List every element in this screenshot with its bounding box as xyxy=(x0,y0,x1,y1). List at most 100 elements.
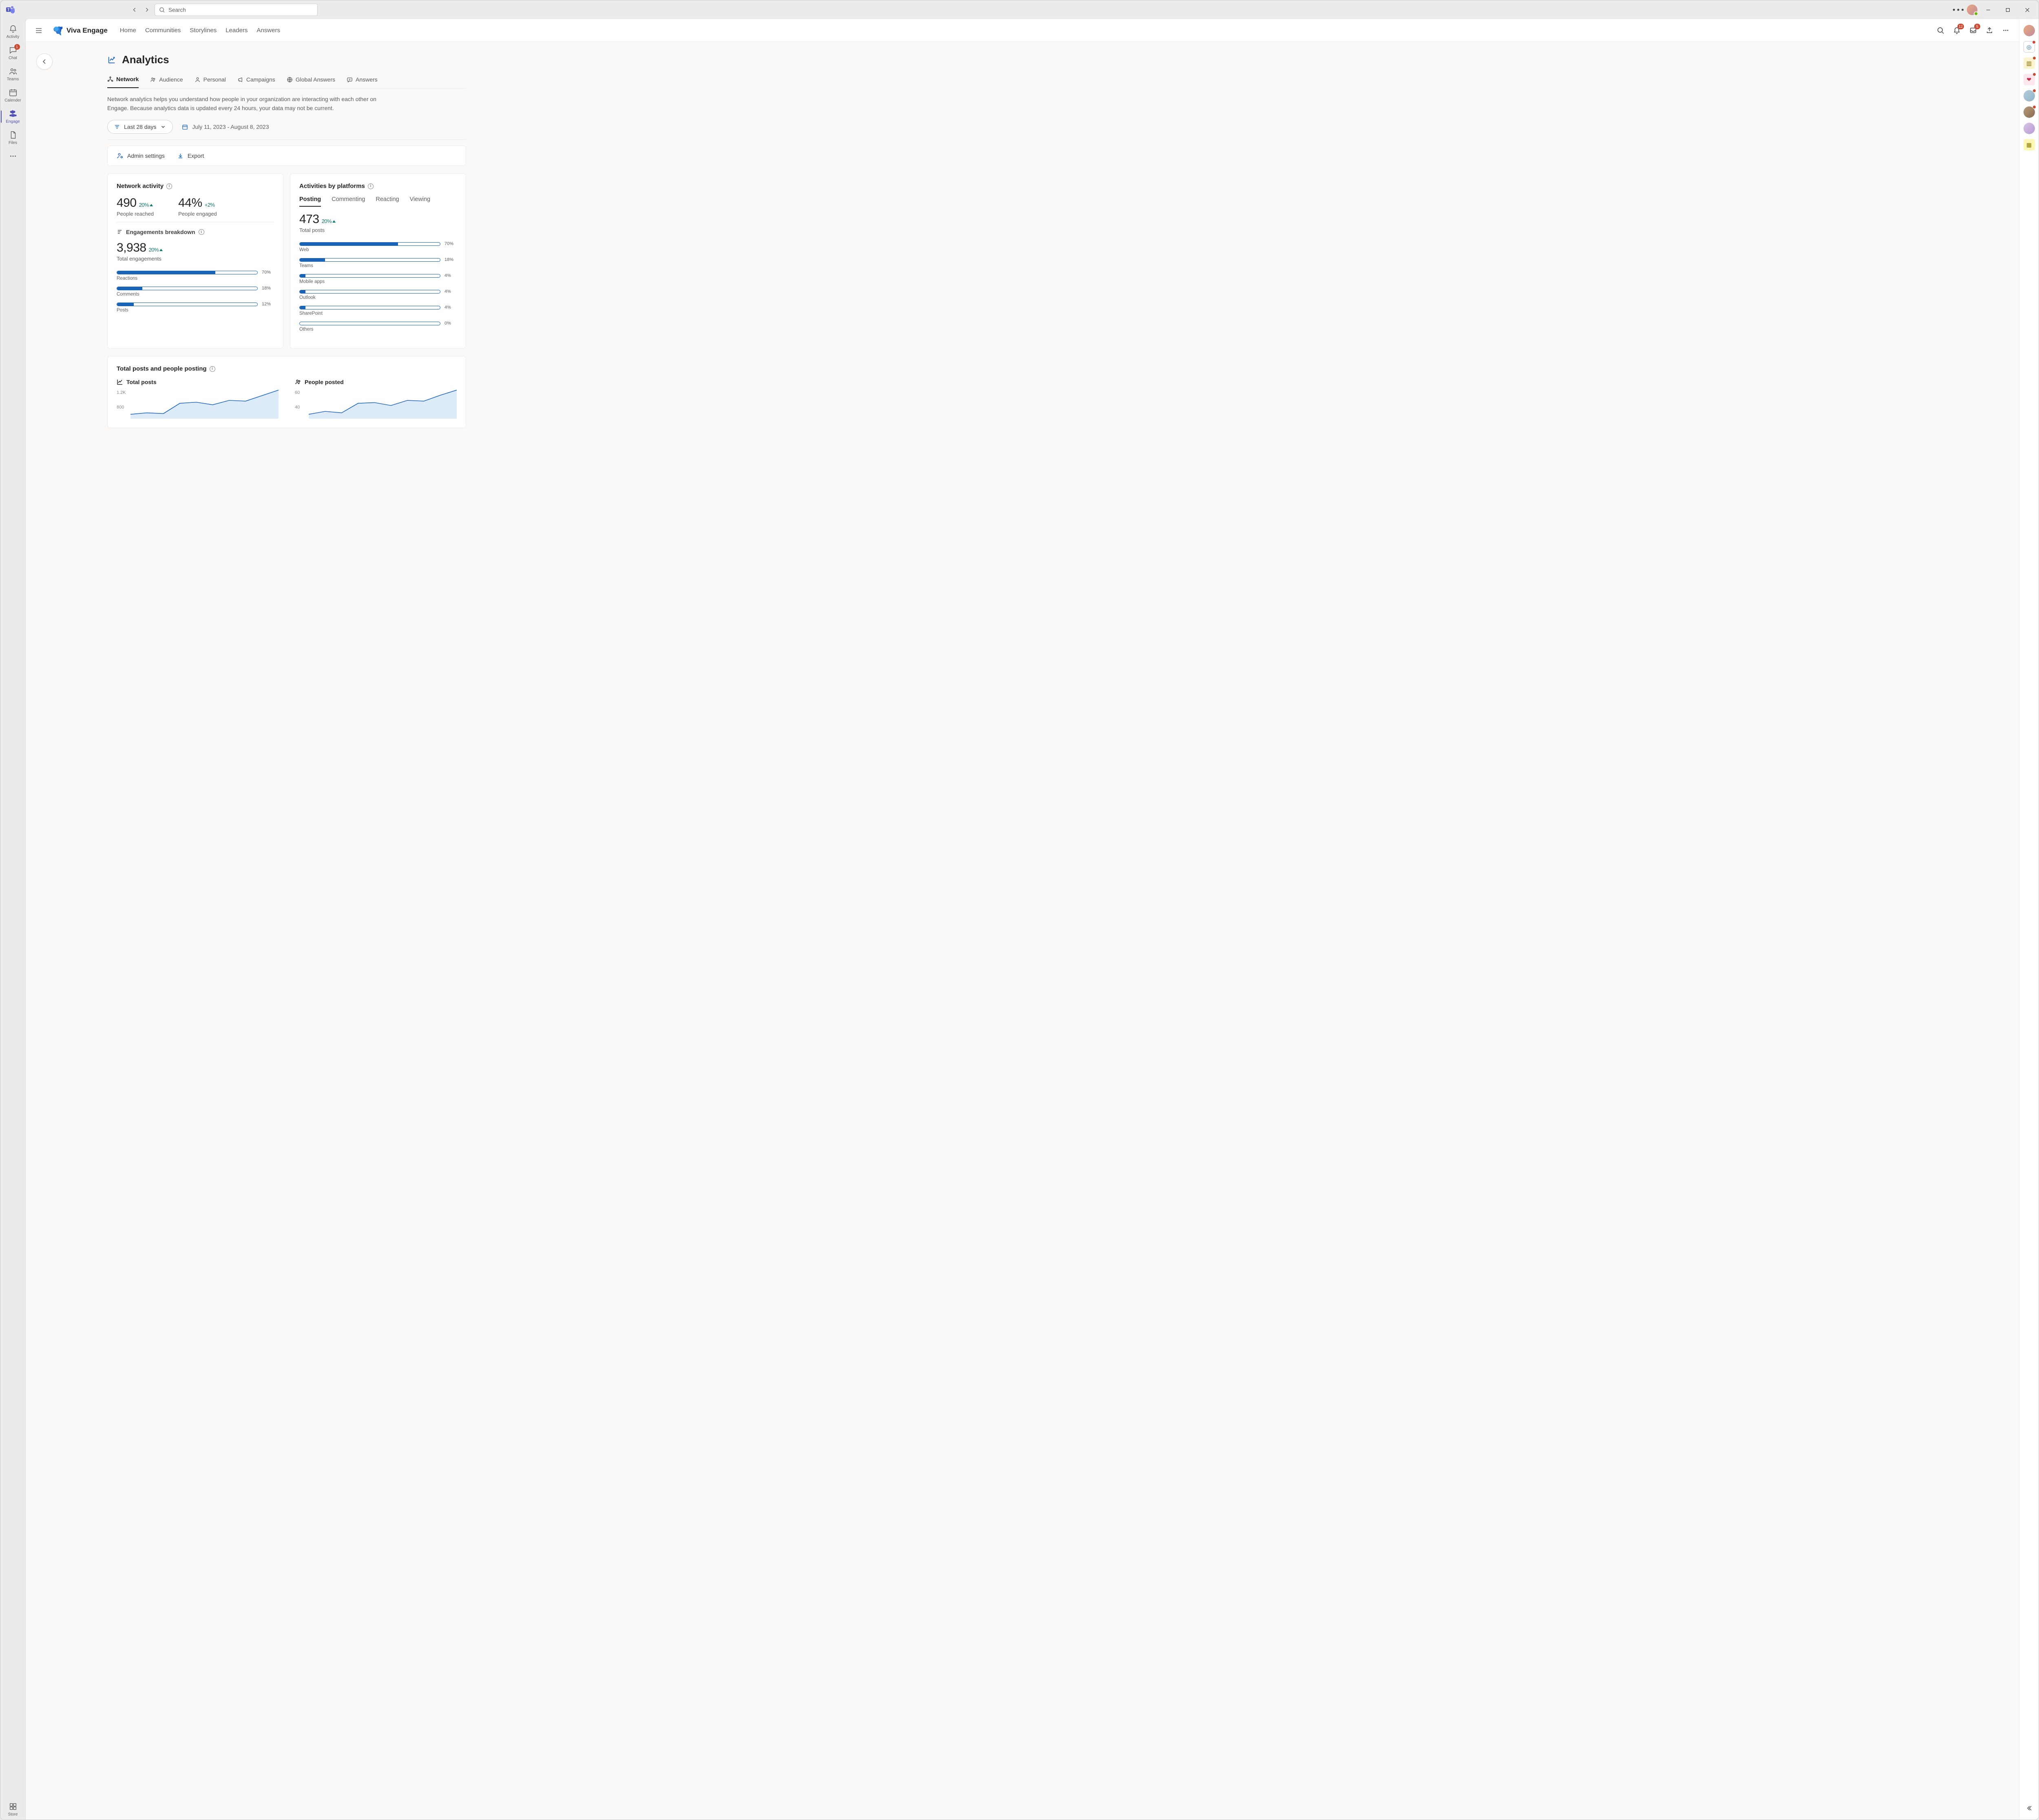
bar-row: 70%Reactions xyxy=(117,270,274,281)
app-chip[interactable]: ▥ xyxy=(2024,57,2035,69)
people-rail: ◎ ▥ ❤ ▦ xyxy=(2019,19,2039,1820)
header-share-button[interactable] xyxy=(1983,24,1995,37)
presence-indicator xyxy=(1974,11,1978,16)
rail-chat[interactable]: 1 Chat xyxy=(1,43,25,63)
people-icon xyxy=(295,379,301,385)
admin-toolbar: Admin settings Export xyxy=(107,146,466,166)
nav-storylines[interactable]: Storylines xyxy=(190,27,217,34)
bell-icon xyxy=(9,24,18,33)
metric-total-engagements: 3,93820% Total engagements xyxy=(117,241,274,262)
tab-personal[interactable]: Personal xyxy=(195,73,226,88)
ptab-posting[interactable]: Posting xyxy=(299,196,321,207)
nav-back-button[interactable] xyxy=(129,4,140,15)
viva-engage-logo-icon xyxy=(53,25,63,36)
bar-row: 70%Web xyxy=(299,241,457,252)
download-icon xyxy=(177,152,184,159)
person-chip[interactable] xyxy=(2024,90,2035,102)
menu-button[interactable] xyxy=(33,25,44,36)
bar-row: 4%SharePoint xyxy=(299,305,457,316)
person-chip[interactable] xyxy=(2024,106,2035,118)
store-icon xyxy=(9,1802,18,1811)
more-icon xyxy=(9,152,18,161)
people-icon xyxy=(9,67,18,76)
chart-people-posted: People posted 60 40 xyxy=(295,379,457,419)
engage-header: Viva Engage Home Communities Storylines … xyxy=(26,19,2019,42)
person-chip[interactable] xyxy=(2024,25,2035,36)
platforms-card: Activities by platformsi Posting Comment… xyxy=(290,173,466,349)
titlebar: T Search xyxy=(0,0,2039,19)
tab-campaigns[interactable]: Campaigns xyxy=(237,73,275,88)
rail-calendar[interactable]: Calender xyxy=(1,85,25,106)
bar-row: 0%Others xyxy=(299,321,457,332)
rail-more[interactable] xyxy=(1,149,25,163)
platform-tabs: Posting Commenting Reacting Viewing xyxy=(299,196,457,207)
analytics-tabs: Network Audience Personal Campaigns Glob… xyxy=(107,73,466,88)
calendar-icon xyxy=(182,124,188,130)
rail-activity[interactable]: Activity xyxy=(1,22,25,42)
nav-forward-button[interactable] xyxy=(142,4,152,15)
maximize-button[interactable] xyxy=(1999,4,2017,16)
admin-settings-button[interactable]: Admin settings xyxy=(117,152,165,159)
rail-store[interactable]: Store xyxy=(1,1799,25,1820)
teams-logo-icon: T xyxy=(5,5,15,15)
tab-answers[interactable]: Answers xyxy=(347,73,378,88)
file-icon xyxy=(9,130,18,139)
header-more-button[interactable] xyxy=(1999,24,2012,37)
bar-row: 18%Comments xyxy=(117,286,274,297)
engage-icon xyxy=(9,109,18,118)
bar-row: 4%Mobile apps xyxy=(299,273,457,284)
header-search-button[interactable] xyxy=(1934,24,1946,37)
app-chip[interactable]: ❤ xyxy=(2024,74,2035,85)
collapse-rail-button[interactable] xyxy=(2024,1802,2035,1814)
app-rail: Activity 1 Chat Teams Calender Engage Fi… xyxy=(0,19,26,1820)
search-placeholder: Search xyxy=(168,7,186,13)
back-button[interactable] xyxy=(36,53,53,70)
tab-network[interactable]: Network xyxy=(107,73,139,88)
header-notifications-button[interactable]: 12 xyxy=(1951,24,1963,37)
nav-home[interactable]: Home xyxy=(120,27,136,34)
ptab-commenting[interactable]: Commenting xyxy=(332,196,365,207)
metric-total-posts: 47320% Total posts xyxy=(299,212,457,233)
nav-answers[interactable]: Answers xyxy=(257,27,280,34)
rail-engage[interactable]: Engage xyxy=(1,106,25,127)
tab-audience[interactable]: Audience xyxy=(150,73,183,88)
more-options-button[interactable] xyxy=(1951,3,1965,17)
calendar-icon xyxy=(9,88,18,97)
date-range-display: July 11, 2023 - August 8, 2023 xyxy=(182,124,269,130)
help-text: Network analytics helps you understand h… xyxy=(107,95,385,113)
engage-nav: Home Communities Storylines Leaders Answ… xyxy=(120,27,280,34)
header-inbox-button[interactable]: 5 xyxy=(1967,24,1979,37)
chart-total-posts: Total posts 1.2K 800 xyxy=(117,379,279,419)
nav-leaders[interactable]: Leaders xyxy=(226,27,248,34)
search-icon xyxy=(159,7,165,13)
ptab-reacting[interactable]: Reacting xyxy=(376,196,399,207)
export-button[interactable]: Export xyxy=(177,152,204,159)
info-icon[interactable]: i xyxy=(368,183,374,189)
minimize-button[interactable] xyxy=(1979,4,1997,16)
svg-text:T: T xyxy=(7,8,10,12)
date-range-picker[interactable]: Last 28 days xyxy=(107,120,173,134)
rail-teams[interactable]: Teams xyxy=(1,64,25,84)
line-chart-icon xyxy=(117,379,123,385)
tab-global-answers[interactable]: Global Answers xyxy=(287,73,335,88)
search-input[interactable]: Search xyxy=(155,4,318,16)
app-chip[interactable]: ◎ xyxy=(2024,41,2035,53)
bar-row: 12%Posts xyxy=(117,302,274,313)
network-activity-card: Network activityi 49020% People reached … xyxy=(107,173,283,349)
chat-icon: 1 xyxy=(9,46,18,55)
app-chip[interactable]: ▦ xyxy=(2024,139,2035,150)
user-avatar[interactable] xyxy=(1967,4,1977,15)
filter-icon xyxy=(114,124,120,130)
bar-row: 18%Teams xyxy=(299,257,457,268)
person-gear-icon xyxy=(117,152,124,159)
info-icon[interactable]: i xyxy=(210,366,215,372)
person-chip[interactable] xyxy=(2024,123,2035,134)
info-icon[interactable]: i xyxy=(166,183,172,189)
info-icon[interactable]: i xyxy=(199,229,204,235)
close-button[interactable] xyxy=(2018,4,2036,16)
metric-people-reached: 49020% People reached xyxy=(117,196,154,217)
ptab-viewing[interactable]: Viewing xyxy=(410,196,431,207)
bar-row: 4%Outlook xyxy=(299,289,457,300)
nav-communities[interactable]: Communities xyxy=(145,27,181,34)
rail-files[interactable]: Files xyxy=(1,128,25,148)
